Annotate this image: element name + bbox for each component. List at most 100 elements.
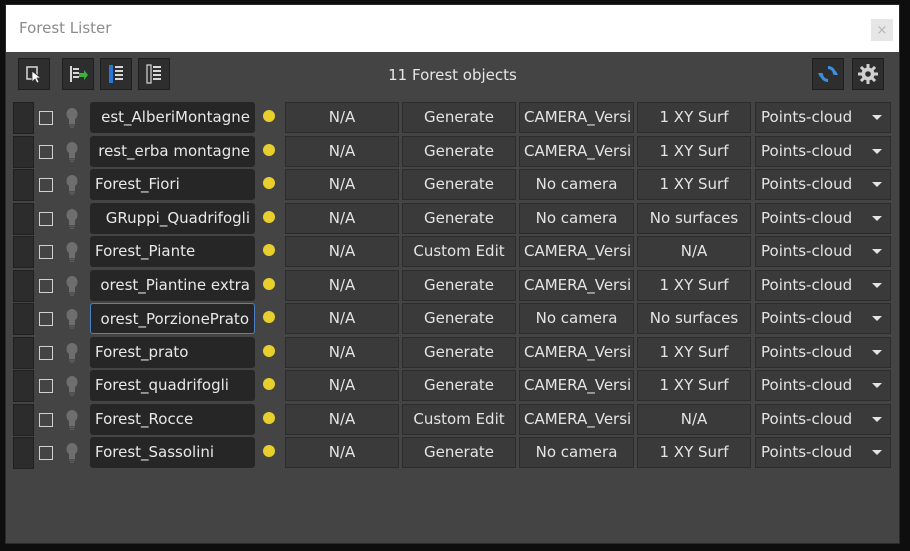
row-checkbox[interactable] <box>39 178 53 192</box>
surface-cell[interactable]: 1 XY Surf <box>637 102 751 133</box>
camera-cell[interactable]: No camera <box>519 303 634 334</box>
surface-cell[interactable]: 1 XY Surf <box>637 169 751 200</box>
light-bulb-icon[interactable] <box>65 442 79 464</box>
light-bulb-icon[interactable] <box>65 241 79 263</box>
row-checkbox[interactable] <box>39 312 53 326</box>
mode-button[interactable]: Generate <box>402 102 516 133</box>
mode-button[interactable]: Generate <box>402 202 516 234</box>
light-bulb-icon[interactable] <box>65 107 79 129</box>
object-name-field[interactable]: Forest_quadrifogli <box>90 370 255 401</box>
row-select-handle[interactable] <box>13 370 34 402</box>
camera-cell[interactable]: No camera <box>519 169 634 200</box>
value-cell[interactable]: N/A <box>285 269 399 301</box>
object-name-field[interactable]: orest_PorzionePrato <box>90 303 255 334</box>
status-dot[interactable] <box>263 277 275 290</box>
light-bulb-icon[interactable] <box>65 141 79 163</box>
light-bulb-icon[interactable] <box>65 342 79 364</box>
value-cell[interactable]: N/A <box>285 135 399 167</box>
light-bulb-icon[interactable] <box>65 409 79 431</box>
status-dot[interactable] <box>263 344 275 357</box>
light-bulb-icon[interactable] <box>65 275 79 297</box>
camera-cell[interactable]: CAMERA_Versi <box>519 135 634 167</box>
row-select-handle[interactable] <box>13 269 34 302</box>
display-mode-dropdown[interactable]: Points-cloud <box>755 437 891 468</box>
surface-cell[interactable]: No surfaces <box>637 202 751 234</box>
display-mode-dropdown[interactable]: Points-cloud <box>755 102 891 133</box>
light-bulb-icon[interactable] <box>65 308 79 330</box>
display-mode-dropdown[interactable]: Points-cloud <box>755 269 891 301</box>
row-checkbox[interactable] <box>39 412 53 427</box>
light-bulb-icon[interactable] <box>65 375 79 397</box>
display-mode-dropdown[interactable]: Points-cloud <box>755 236 891 267</box>
value-cell[interactable]: N/A <box>285 102 399 133</box>
status-dot[interactable] <box>263 445 275 457</box>
surface-cell[interactable]: N/A <box>637 403 751 435</box>
display-mode-dropdown[interactable]: Points-cloud <box>755 303 891 334</box>
row-select-handle[interactable] <box>13 236 34 268</box>
status-dot[interactable] <box>263 311 275 323</box>
object-name-field[interactable]: Forest_prato <box>90 336 255 368</box>
object-name-field[interactable]: Forest_Piante <box>90 236 255 267</box>
row-checkbox[interactable] <box>39 111 53 125</box>
value-cell[interactable]: N/A <box>285 437 399 468</box>
light-bulb-icon[interactable] <box>65 208 79 230</box>
camera-cell[interactable]: CAMERA_Versi <box>519 236 634 267</box>
row-select-handle[interactable] <box>13 336 34 369</box>
surface-cell[interactable]: 1 XY Surf <box>637 437 751 468</box>
value-cell[interactable]: N/A <box>285 236 399 267</box>
status-dot[interactable] <box>263 210 275 223</box>
row-select-handle[interactable] <box>13 169 34 201</box>
camera-cell[interactable]: No camera <box>519 202 634 234</box>
value-cell[interactable]: N/A <box>285 169 399 200</box>
surface-cell[interactable]: 1 XY Surf <box>637 269 751 301</box>
close-button[interactable]: × <box>871 19 893 41</box>
mode-button[interactable]: Generate <box>402 269 516 301</box>
row-checkbox[interactable] <box>39 446 53 460</box>
status-dot[interactable] <box>263 143 275 156</box>
surface-cell[interactable]: 1 XY Surf <box>637 135 751 167</box>
mode-button[interactable]: Generate <box>402 370 516 401</box>
row-checkbox[interactable] <box>39 211 53 226</box>
row-checkbox[interactable] <box>39 144 53 159</box>
row-select-handle[interactable] <box>13 403 34 436</box>
camera-cell[interactable]: No camera <box>519 437 634 468</box>
value-cell[interactable]: N/A <box>285 202 399 234</box>
object-name-field[interactable]: Forest_Fiori <box>90 169 255 200</box>
row-select-handle[interactable] <box>13 202 34 235</box>
row-select-handle[interactable] <box>13 135 34 168</box>
camera-cell[interactable]: CAMERA_Versi <box>519 102 634 133</box>
display-mode-dropdown[interactable]: Points-cloud <box>755 403 891 435</box>
surface-cell[interactable]: No surfaces <box>637 303 751 334</box>
row-checkbox[interactable] <box>39 379 53 393</box>
display-mode-dropdown[interactable]: Points-cloud <box>755 202 891 234</box>
row-select-handle[interactable] <box>13 102 34 134</box>
row-select-handle[interactable] <box>13 437 34 469</box>
status-dot[interactable] <box>263 378 275 390</box>
row-checkbox[interactable] <box>39 245 53 259</box>
mode-button[interactable]: Custom Edit <box>402 403 516 435</box>
row-select-handle[interactable] <box>13 303 34 335</box>
object-name-field[interactable]: GRuppi_Quadrifogli <box>90 202 255 234</box>
mode-button[interactable]: Generate <box>402 169 516 200</box>
camera-cell[interactable]: CAMERA_Versi <box>519 336 634 368</box>
display-mode-dropdown[interactable]: Points-cloud <box>755 336 891 368</box>
light-bulb-icon[interactable] <box>65 174 79 196</box>
mode-button[interactable]: Custom Edit <box>402 236 516 267</box>
object-name-field[interactable]: est_AlberiMontagne <box>90 102 255 133</box>
surface-cell[interactable]: 1 XY Surf <box>637 336 751 368</box>
status-dot[interactable] <box>263 244 275 256</box>
refresh-button[interactable] <box>812 58 844 90</box>
object-name-field[interactable]: Forest_Rocce <box>90 403 255 435</box>
camera-cell[interactable]: CAMERA_Versi <box>519 403 634 435</box>
object-name-field[interactable]: orest_Piantine extra <box>90 269 255 301</box>
status-dot[interactable] <box>263 177 275 189</box>
row-checkbox[interactable] <box>39 345 53 360</box>
camera-cell[interactable]: CAMERA_Versi <box>519 269 634 301</box>
status-dot[interactable] <box>263 411 275 424</box>
mode-button[interactable]: Generate <box>402 336 516 368</box>
mode-button[interactable]: Generate <box>402 135 516 167</box>
mode-button[interactable]: Generate <box>402 437 516 468</box>
value-cell[interactable]: N/A <box>285 370 399 401</box>
value-cell[interactable]: N/A <box>285 336 399 368</box>
row-checkbox[interactable] <box>39 278 53 293</box>
